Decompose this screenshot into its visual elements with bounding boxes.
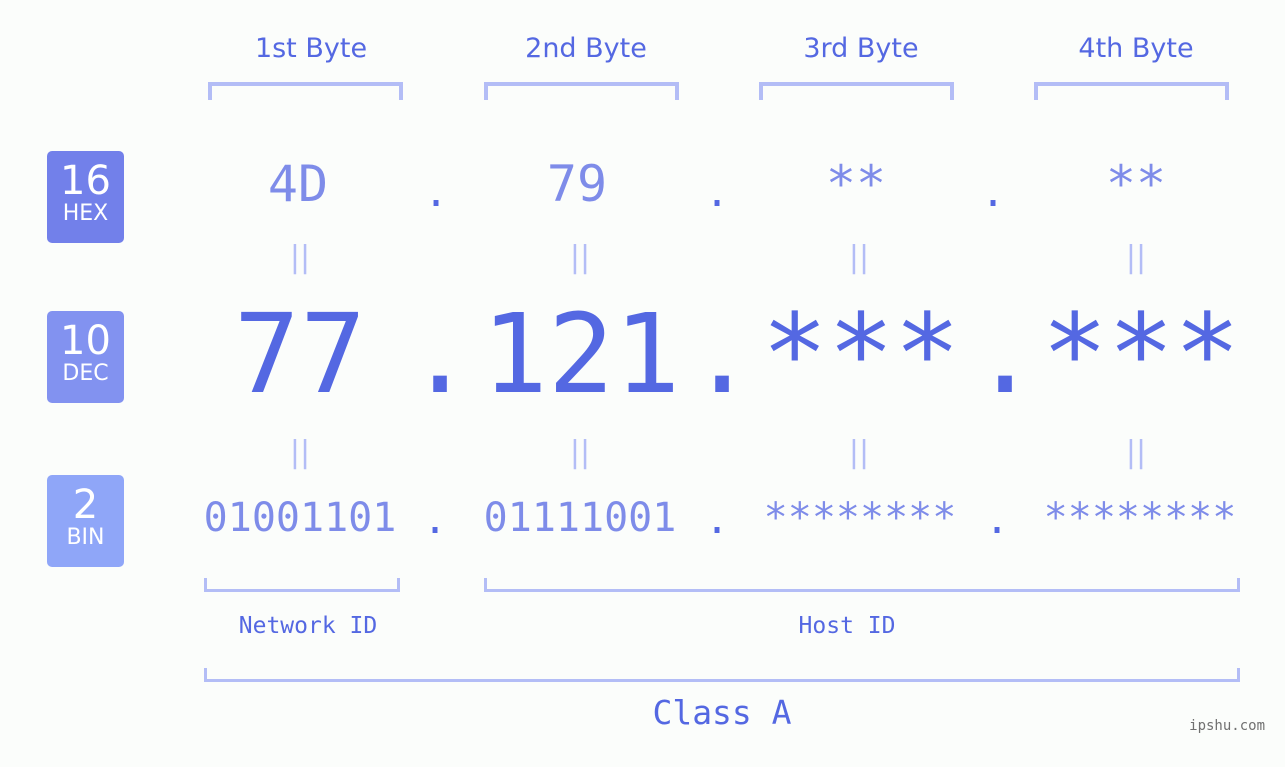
byte-header-3: 3rd Byte: [803, 33, 919, 64]
byte-bracket-3: [759, 82, 954, 100]
equals-dec-bin-1: ||: [289, 435, 311, 470]
byte-bracket-2: [484, 82, 679, 100]
dec-byte-2: 121: [481, 290, 681, 418]
bin-separator-2: .: [704, 497, 730, 543]
byte-header-2: 2nd Byte: [525, 33, 647, 64]
dec-base-label: DEC: [62, 361, 109, 386]
network-id-label: Network ID: [238, 613, 378, 639]
dec-separator-1: .: [407, 290, 474, 418]
equals-hex-dec-3: ||: [848, 240, 870, 275]
hex-base-number: 16: [60, 158, 111, 204]
hex-byte-1: 4D: [267, 155, 329, 213]
hex-byte-4: **: [1105, 155, 1167, 213]
dec-base-number: 10: [60, 318, 111, 364]
equals-dec-bin-4: ||: [1125, 435, 1147, 470]
bin-base-number: 2: [72, 482, 99, 528]
bin-byte-2: 01111001: [483, 495, 677, 541]
bin-separator-1: .: [422, 497, 448, 543]
hex-byte-2: 79: [546, 155, 608, 213]
byte-header-4: 4th Byte: [1078, 33, 1194, 64]
equals-dec-bin-3: ||: [848, 435, 870, 470]
watermark: ipshu.com: [1189, 718, 1265, 734]
equals-dec-bin-2: ||: [569, 435, 591, 470]
host-id-label: Host ID: [798, 613, 896, 639]
class-bracket: [204, 668, 1240, 682]
byte-bracket-4: [1034, 82, 1229, 100]
bin-byte-1: 01001101: [203, 495, 397, 541]
equals-hex-dec-1: ||: [289, 240, 311, 275]
hex-badge: 16 HEX: [47, 151, 124, 243]
dec-separator-3: .: [972, 290, 1039, 418]
equals-hex-dec-2: ||: [569, 240, 591, 275]
bin-separator-3: .: [984, 497, 1010, 543]
dec-byte-4: ***: [1041, 290, 1241, 418]
dec-byte-3: ***: [761, 290, 961, 418]
bin-byte-3: ********: [763, 495, 957, 541]
dec-byte-1: 77: [233, 290, 367, 418]
hex-separator-3: .: [980, 170, 1006, 216]
equals-hex-dec-4: ||: [1125, 240, 1147, 275]
byte-bracket-1: [208, 82, 403, 100]
hex-separator-1: .: [423, 170, 449, 216]
dec-separator-2: .: [689, 290, 756, 418]
bin-byte-4: ********: [1043, 495, 1237, 541]
class-label: Class A: [652, 693, 792, 732]
hex-byte-3: **: [825, 155, 887, 213]
bin-badge: 2 BIN: [47, 475, 124, 567]
host-id-bracket: [484, 578, 1240, 592]
byte-header-1: 1st Byte: [254, 33, 368, 64]
network-id-bracket: [204, 578, 400, 592]
hex-separator-2: .: [704, 170, 730, 216]
dec-badge: 10 DEC: [47, 311, 124, 403]
bin-base-label: BIN: [66, 525, 105, 550]
hex-base-label: HEX: [62, 201, 109, 226]
